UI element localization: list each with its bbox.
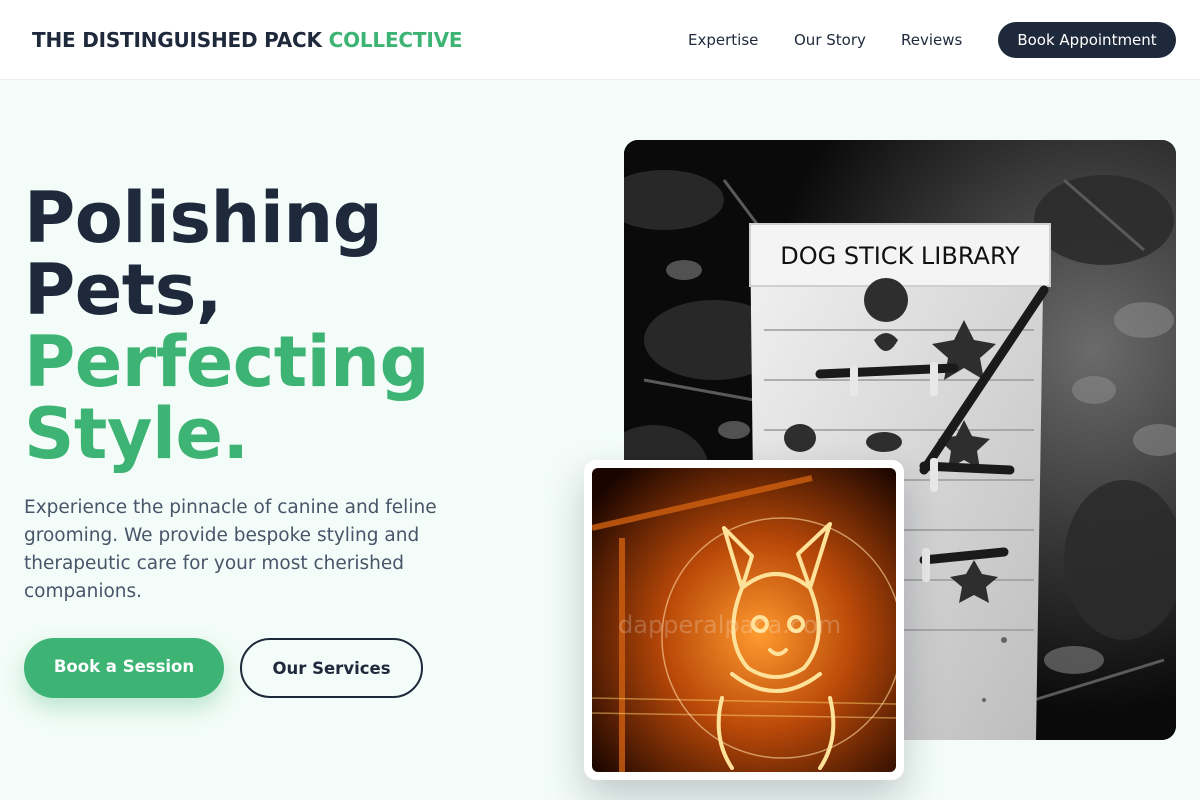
nav-link-our-story[interactable]: Our Story (794, 31, 866, 49)
brand-logo[interactable]: THE DISTINGUISHED PACK COLLECTIVE (32, 28, 463, 52)
neon-dog-photo: dapperalpaca.com (592, 468, 896, 772)
our-services-button[interactable]: Our Services (240, 638, 423, 698)
nav-link-expertise[interactable]: Expertise (688, 31, 758, 49)
photo-watermark: dapperalpaca.com (618, 611, 841, 639)
headline-line-4: Style. (24, 393, 249, 475)
hero-description: Experience the pinnacle of canine and fe… (24, 497, 437, 602)
brand-accent: COLLECTIVE (328, 28, 463, 52)
site-header: THE DISTINGUISHED PACK COLLECTIVE Expert… (0, 0, 1200, 80)
book-appointment-button[interactable]: Book Appointment (998, 22, 1176, 58)
headline-line-2: Pets, (24, 249, 223, 331)
brand-name: THE DISTINGUISHED PACK (32, 28, 322, 52)
sign-text: DOG STICK LIBRARY (780, 242, 1020, 270)
book-session-button[interactable]: Book a Session (24, 638, 224, 698)
nav-link-reviews[interactable]: Reviews (901, 31, 962, 49)
hero-headline: Polishing Pets, Perfecting Style. (24, 182, 584, 470)
headline-line-1: Polishing (24, 177, 383, 259)
headline-line-3: Perfecting (24, 321, 430, 403)
neon-dog-photo-card: dapperalpaca.com (584, 460, 904, 780)
